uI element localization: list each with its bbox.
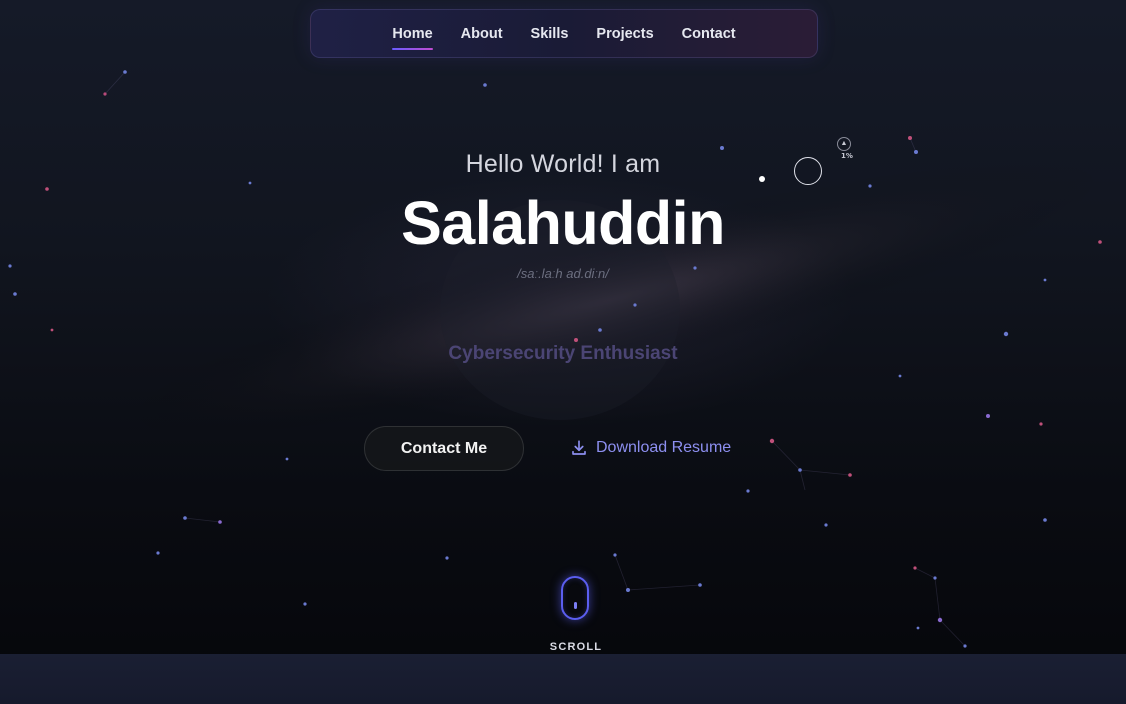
contact-me-label: Contact Me <box>400 439 488 457</box>
download-resume-button[interactable]: Download Resume <box>570 436 731 460</box>
mouse-icon[interactable] <box>561 576 589 620</box>
nav-item-contact[interactable]: Contact <box>682 22 736 46</box>
hero-role: Cybersecurity Enthusiast <box>448 343 678 364</box>
hero-greeting: Hello World! I am <box>465 150 661 178</box>
nav-item-about[interactable]: About <box>461 22 503 46</box>
mouse-wheel <box>574 602 577 609</box>
nav-item-skills[interactable]: Skills <box>531 22 569 46</box>
hero-phonetic: /saː.laːh ad.diːn/ <box>517 266 609 281</box>
nav-item-home[interactable]: Home <box>392 22 433 50</box>
hero-name: Salahuddin <box>401 189 725 257</box>
star-field <box>8 70 1102 648</box>
nav-item-projects[interactable]: Projects <box>596 22 653 46</box>
top-navigation: Home About Skills Projects Contact <box>310 9 818 58</box>
contact-me-button[interactable]: Contact Me <box>364 426 524 471</box>
scroll-label: SCROLL <box>549 641 603 653</box>
hero-page: Home About Skills Projects Contact ▲ 1% … <box>0 0 1126 704</box>
download-icon <box>570 439 588 457</box>
download-resume-label: Download Resume <box>596 439 732 456</box>
next-section-edge <box>0 654 1126 704</box>
scroll-to-top-icon[interactable]: ▲ <box>837 137 851 151</box>
nav-items: Home About Skills Projects Contact <box>311 10 817 57</box>
